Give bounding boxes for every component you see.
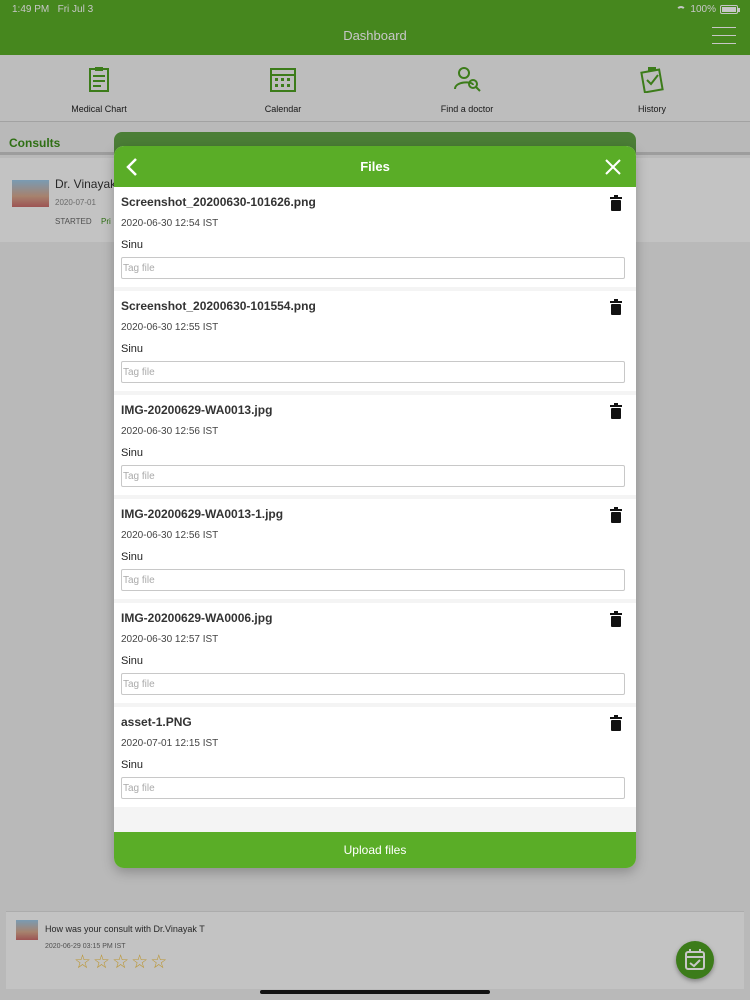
file-item: asset-1.PNG 2020-07-01 12:15 IST Sinu <box>114 707 636 807</box>
delete-icon[interactable] <box>609 507 623 523</box>
tag-file-input[interactable] <box>121 465 625 487</box>
file-name: IMG-20200629-WA0013.jpg <box>121 403 273 417</box>
file-owner: Sinu <box>121 447 144 459</box>
file-item: IMG-20200629-WA0006.jpg 2020-06-30 12:57… <box>114 603 636 703</box>
tag-file-input[interactable] <box>121 777 625 799</box>
files-modal: Files Screenshot_20200630-101626.png 202… <box>114 146 636 868</box>
file-name: IMG-20200629-WA0013-1.jpg <box>121 507 284 521</box>
file-list[interactable]: Screenshot_20200630-101626.png 2020-06-3… <box>114 187 636 832</box>
delete-icon[interactable] <box>609 403 623 419</box>
file-item: IMG-20200629-WA0013.jpg 2020-06-30 12:56… <box>114 395 636 495</box>
file-date: 2020-06-30 12:57 IST <box>121 634 219 645</box>
file-name: asset-1.PNG <box>121 715 192 729</box>
upload-files-button[interactable]: Upload files <box>114 832 636 868</box>
file-owner: Sinu <box>121 343 144 355</box>
close-icon[interactable] <box>602 156 624 178</box>
file-date: 2020-06-30 12:56 IST <box>121 530 219 541</box>
file-item: Screenshot_20200630-101554.png 2020-06-3… <box>114 291 636 391</box>
delete-icon[interactable] <box>609 611 623 627</box>
tag-file-input[interactable] <box>121 257 625 279</box>
modal-title: Files <box>360 159 390 174</box>
home-indicator[interactable] <box>260 990 490 994</box>
file-name: Screenshot_20200630-101554.png <box>121 299 316 313</box>
file-item: IMG-20200629-WA0013-1.jpg 2020-06-30 12:… <box>114 499 636 599</box>
delete-icon[interactable] <box>609 299 623 315</box>
file-date: 2020-06-30 12:55 IST <box>121 322 219 333</box>
delete-icon[interactable] <box>609 195 623 211</box>
file-date: 2020-06-30 12:54 IST <box>121 218 219 229</box>
file-name: IMG-20200629-WA0006.jpg <box>121 611 273 625</box>
file-owner: Sinu <box>121 551 144 563</box>
file-owner: Sinu <box>121 655 144 667</box>
tag-file-input[interactable] <box>121 569 625 591</box>
file-owner: Sinu <box>121 759 144 771</box>
file-date: 2020-07-01 12:15 IST <box>121 738 219 749</box>
tag-file-input[interactable] <box>121 673 625 695</box>
file-owner: Sinu <box>121 239 144 251</box>
file-date: 2020-06-30 12:56 IST <box>121 426 219 437</box>
file-name: Screenshot_20200630-101626.png <box>121 195 316 209</box>
file-item: Screenshot_20200630-101626.png 2020-06-3… <box>114 187 636 287</box>
modal-header: Files <box>114 146 636 187</box>
delete-icon[interactable] <box>609 715 623 731</box>
tag-file-input[interactable] <box>121 361 625 383</box>
